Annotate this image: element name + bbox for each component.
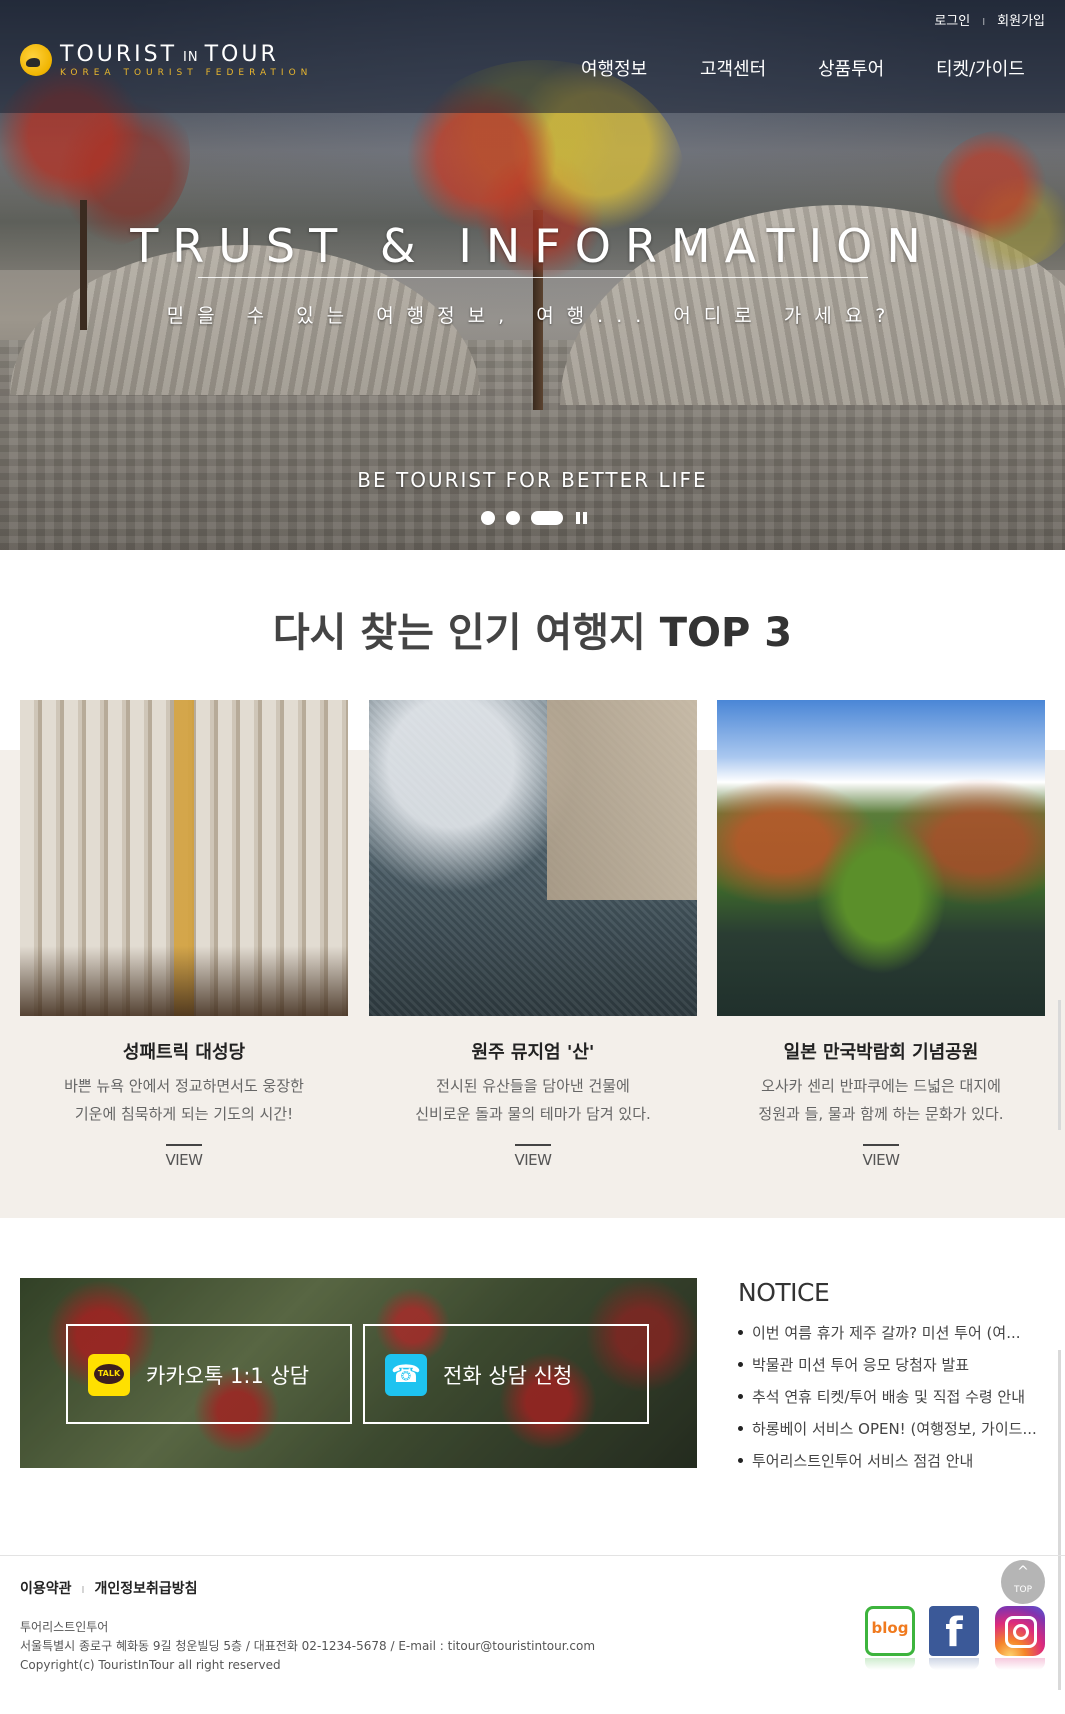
hero-tagline: BE TOURIST FOR BETTER LIFE — [357, 468, 708, 492]
slider-dot-1[interactable] — [481, 511, 495, 525]
kakao-consult-label: 카카오톡 1:1 상담 — [146, 1364, 310, 1388]
terms-link[interactable]: 이용약관 — [20, 1581, 72, 1597]
view-link[interactable]: VIEW — [717, 1151, 1045, 1169]
notice-list: 이번 여름 휴가 제주 갈까? 미션 투어 (여... 박물관 미션 투어 응모… — [738, 1317, 1048, 1477]
view-underline — [863, 1144, 899, 1146]
top-label: TOP — [1013, 1585, 1032, 1595]
page-scroll-indicator — [1058, 1350, 1061, 1690]
phone-consult-label: 전화 상담 신청 — [443, 1364, 573, 1388]
card-title: 성패트릭 대성당 — [122, 1042, 246, 1063]
nav-item-ticket-guide[interactable]: 티켓/가이드 — [936, 55, 1025, 81]
hero-title: TRUST & INFORMATION — [130, 219, 935, 273]
instagram-icon[interactable] — [995, 1606, 1045, 1656]
top-navigation-bar: TOURIST IN TOUR KOREA TOURIST FEDERATION 로… — [0, 0, 1065, 113]
card-description: 바쁜 뉴욕 안에서 정교하면서도 웅장한 기운에 침묵하게 되는 기도의 시간! — [64, 1077, 304, 1123]
hero-divider — [198, 277, 868, 278]
nav-item-product-tour[interactable]: 상품투어 — [818, 55, 884, 81]
main-nav: 여행정보 고객센터 상품투어 티켓/가이드 — [573, 50, 1065, 113]
kakao-consult-button[interactable]: 카카오톡 1:1 상담 — [66, 1324, 352, 1424]
cathedral-photo[interactable] — [20, 700, 348, 1016]
pause-icon[interactable] — [576, 512, 588, 524]
card-description: 오사카 센리 반파쿠에는 드넓은 대지에 정원과 들, 물과 함께 하는 문화가 … — [758, 1077, 1004, 1123]
scroll-top-button[interactable]: ^ TOP — [1001, 1560, 1045, 1604]
hero-banner: TOURIST IN TOUR KOREA TOURIST FEDERATION 로… — [0, 0, 1065, 550]
logo-subtitle: KOREA TOURIST FEDERATION — [60, 68, 313, 78]
footer-link-separator: I — [81, 1585, 85, 1596]
facebook-icon[interactable] — [929, 1606, 979, 1656]
footer-links: 이용약관 I 개인정보취급방침 — [20, 1578, 198, 1598]
slider-dot-2[interactable] — [506, 511, 520, 525]
company-address: 서울특별시 종로구 혜화동 9길 청운빌딩 5층 / 대표전화 02-1234-… — [20, 1639, 596, 1653]
notice-item[interactable]: 하롱베이 서비스 OPEN! (여행정보, 가이드... — [738, 1413, 1048, 1445]
join-link[interactable]: 회원가입 — [997, 14, 1045, 29]
expo-park-photo[interactable] — [717, 700, 1045, 1016]
blog-icon-reflection — [865, 1658, 915, 1670]
company-name: 투어리스트인투어 — [20, 1620, 109, 1634]
museum-san-photo[interactable] — [369, 700, 697, 1016]
facebook-icon-reflection — [929, 1658, 979, 1670]
consult-banner: 카카오톡 1:1 상담 전화 상담 신청 — [20, 1278, 697, 1468]
view-link[interactable]: VIEW — [369, 1151, 697, 1169]
blog-icon[interactable] — [865, 1606, 915, 1656]
phone-consult-button[interactable]: 전화 상담 신청 — [363, 1324, 649, 1424]
card-description: 전시된 유산들을 담아낸 건물에 신비로운 돌과 물의 테마가 담겨 있다. — [415, 1077, 651, 1123]
kakao-talk-icon — [88, 1354, 130, 1396]
notice-item[interactable]: 박물관 미션 투어 응모 당첨자 발표 — [738, 1349, 1048, 1381]
notice-item[interactable]: 투어리스트인투어 서비스 점검 안내 — [738, 1445, 1048, 1477]
login-link[interactable]: 로그인 — [934, 14, 970, 29]
page-scroll-indicator-upper — [1058, 1000, 1061, 1130]
notice-item[interactable]: 추석 연휴 티켓/투어 배송 및 직접 수령 안내 — [738, 1381, 1048, 1413]
logo-wordmark: TOURIST IN TOUR — [60, 42, 279, 67]
util-separator: I — [982, 17, 986, 28]
phone-icon — [385, 1354, 427, 1396]
card-title: 일본 만국박람회 기념공원 — [783, 1042, 979, 1063]
view-underline — [515, 1144, 551, 1146]
hero-subtitle: 믿을 수 있는 여행정보, 여행... 어디로 가세요? — [166, 305, 899, 327]
logo-sun-icon — [20, 44, 52, 76]
nav-item-travel-info[interactable]: 여행정보 — [581, 55, 647, 81]
notice-item[interactable]: 이번 여름 휴가 제주 갈까? 미션 투어 (여... — [738, 1317, 1048, 1349]
top-arrow-icon: ^ — [1017, 1564, 1029, 1580]
view-link[interactable]: VIEW — [20, 1151, 348, 1169]
copyright: Copyright(c) TouristInTour all right res… — [20, 1658, 281, 1672]
view-underline — [166, 1144, 202, 1146]
privacy-link[interactable]: 개인정보취급방침 — [94, 1581, 197, 1597]
notice-title[interactable]: NOTICE — [738, 1278, 1048, 1307]
top3-section-title: 다시 찾는 인기 여행지 TOP 3 — [272, 610, 793, 656]
utility-links: 로그인 I 회원가입 — [934, 10, 1045, 29]
footer-divider — [0, 1555, 1065, 1556]
slider-dot-3[interactable] — [531, 511, 563, 525]
nav-item-customer-center[interactable]: 고객센터 — [700, 55, 766, 81]
instagram-icon-reflection — [995, 1658, 1045, 1670]
notice-panel: NOTICE 이번 여름 휴가 제주 갈까? 미션 투어 (여... 박물관 미… — [738, 1278, 1048, 1477]
card-title: 원주 뮤지엄 '산' — [471, 1042, 595, 1063]
company-info: 투어리스트인투어 서울특별시 종로구 혜화동 9길 청운빌딩 5층 / 대표전화… — [20, 1618, 595, 1675]
